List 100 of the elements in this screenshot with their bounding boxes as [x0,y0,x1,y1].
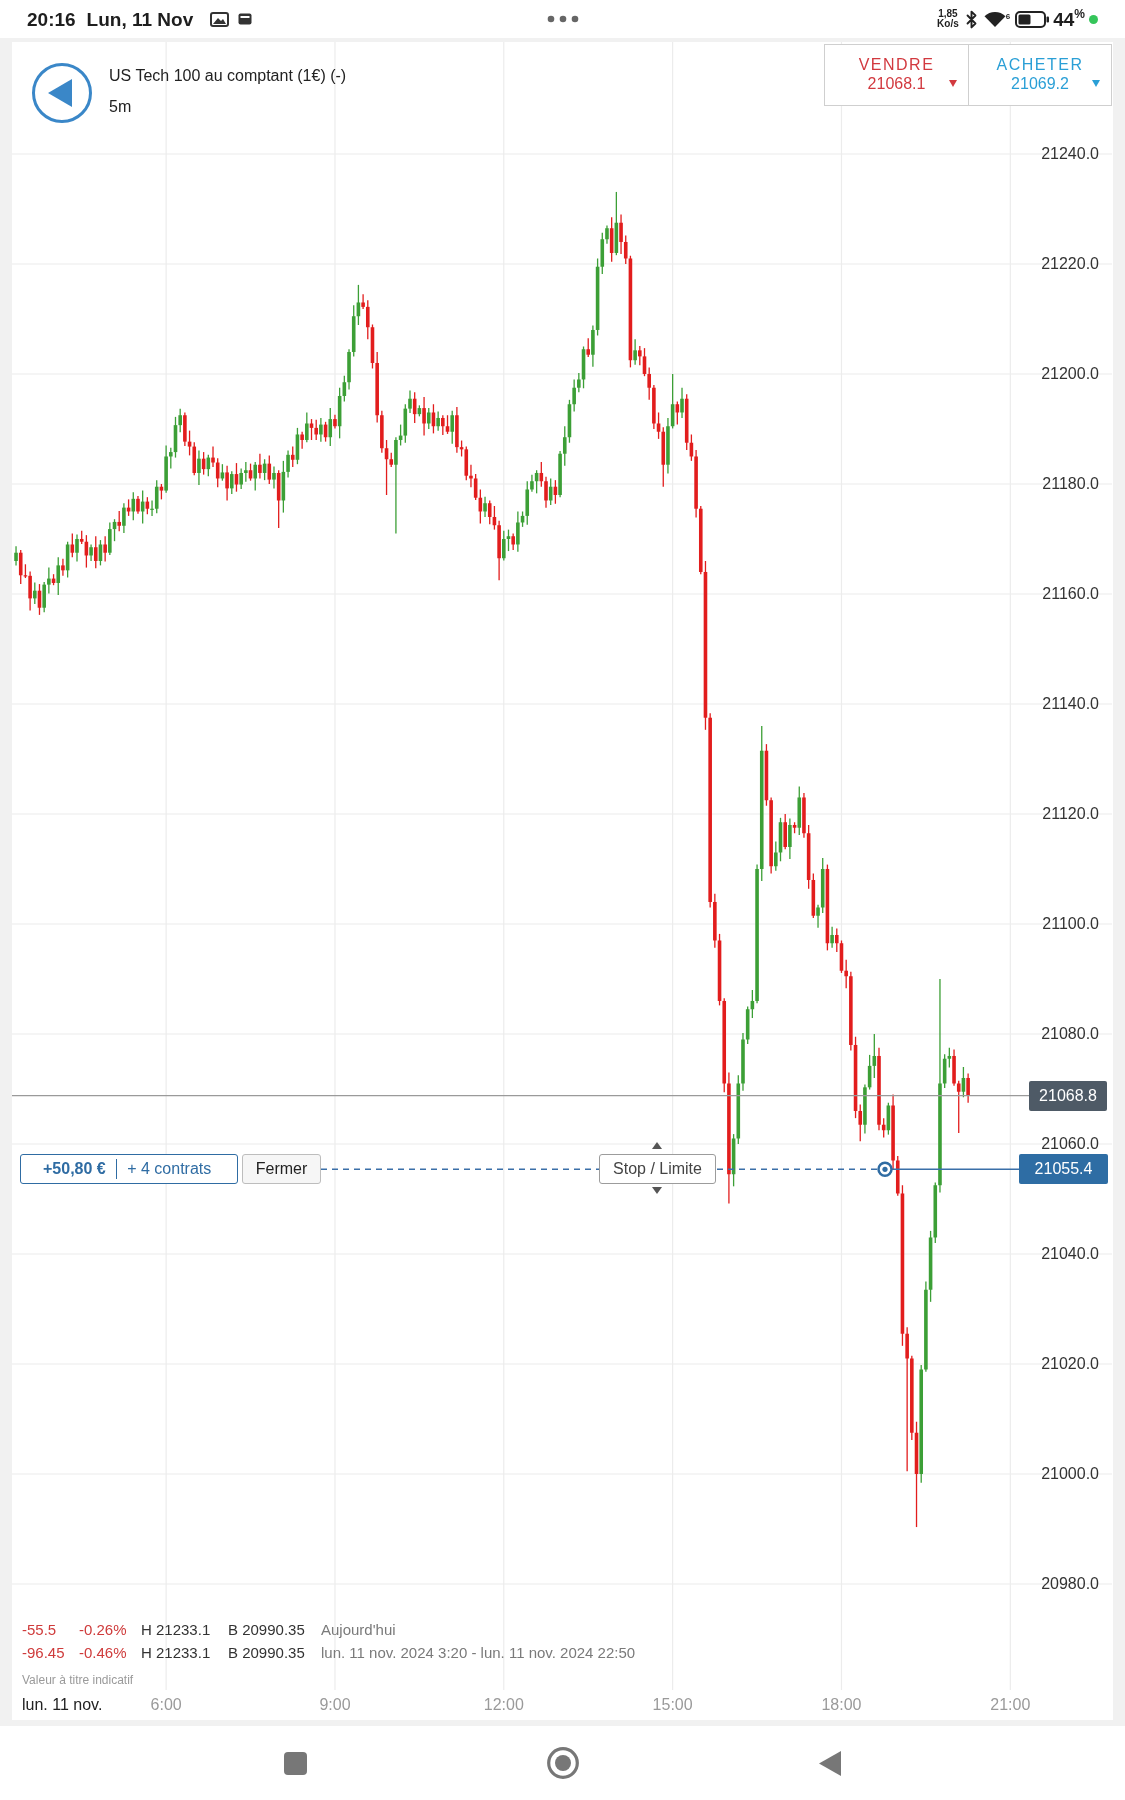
stop-limit-button[interactable]: Stop / Limite [599,1154,716,1184]
last-price-tag: 21068.8 [1029,1081,1107,1111]
change-value: -55.5 [22,1620,58,1641]
price-axis-label: 21180.0 [1042,473,1099,494]
candlestick [14,545,18,567]
interval-label: 5m [109,97,133,117]
price-axis-label: 21140.0 [1042,693,1099,714]
network-speed: 1,85 [938,9,958,19]
recent-apps-icon[interactable] [284,1751,307,1775]
period-label: lun. 11 nov. 2024 3:20 - lun. 11 nov. 2024 22:50 [321,1643,637,1664]
date-label: lun. 11 nov. [22,1695,103,1715]
candlestick [844,959,848,989]
price-axis-label: 21000.0 [1041,1463,1099,1484]
candlestick [605,224,609,245]
position-profit: +50,80 € [43,1159,106,1179]
candlestick [586,337,591,358]
candlestick [502,530,506,562]
change-value: -96.45 [22,1643,66,1664]
position-size: + 4 contrats [127,1159,212,1179]
candlestick [267,454,272,485]
candlestick [830,926,834,949]
price-axis-label: 21100.0 [1042,913,1099,934]
time-axis-label: 12:00 [483,1695,524,1715]
candlestick [656,411,661,440]
card-icon [238,13,253,25]
position-price-tag[interactable]: 21055.4 [1019,1154,1108,1184]
candlestick [286,449,290,479]
candlestick [441,414,445,436]
candlestick [211,445,215,468]
candlestick [947,1047,952,1069]
back-button[interactable] [32,63,92,123]
low-value: B 20990.35 [228,1643,306,1664]
candlestick [328,407,333,447]
candlestick [647,366,651,401]
candlestick [858,1103,863,1142]
network-speed-unit: Ko/s [937,19,959,29]
price-axis-label: 21120.0 [1042,803,1099,824]
picture-icon [210,11,230,27]
period-label: Aujourd'hui [321,1620,397,1641]
status-dot-icon [1089,14,1098,24]
candlestick [229,470,234,495]
time-axis-label: 6:00 [150,1695,182,1715]
candlestick [544,476,548,509]
low-value: B 20990.35 [228,1620,306,1641]
price-axis-label: 21040.0 [1041,1243,1099,1264]
time-axis-label: 21:00 [990,1695,1031,1715]
time-axis-label: 9:00 [319,1695,351,1715]
price-axis-label: 21020.0 [1041,1353,1099,1374]
candlestick [70,532,75,558]
caret-up-icon[interactable] [652,1142,662,1149]
back-icon[interactable] [819,1750,841,1776]
high-value: H 21233.1 [141,1620,212,1641]
candlestick [215,457,220,488]
status-date: Lun, 11 Nov [86,9,194,29]
candlestick [244,461,248,483]
change-percent: -0.46% [79,1643,128,1664]
candlestick [422,396,426,437]
battery-percent-sign: % [1074,7,1085,20]
caret-down-icon [1092,80,1100,87]
candlestick [154,479,159,514]
position-badge[interactable]: +50,80 € + 4 contrats [20,1154,238,1184]
status-time: 20:16 [27,9,76,29]
price-axis-label: 21200.0 [1041,363,1099,384]
battery-icon [1015,10,1051,28]
candlestick [966,1072,970,1104]
candlestick [42,581,46,613]
candlestick [577,372,581,393]
candlestick [436,410,440,432]
candlestick [483,495,487,518]
candlestick [93,535,98,569]
price-axis-label: 21060.0 [1041,1133,1099,1154]
candlestick [487,499,492,525]
candlestick [75,533,79,563]
candlestick [108,521,112,556]
home-icon[interactable] [547,1747,579,1779]
candlestick [319,417,323,443]
battery-percent: 44 [1053,9,1075,29]
caret-down-icon[interactable] [652,1187,662,1194]
candlestick [272,465,276,490]
candlestick [28,570,32,612]
time-axis-label: 15:00 [652,1695,693,1715]
candlestick [225,465,229,502]
more-dots-icon[interactable] [546,15,579,23]
candlestick [834,927,839,953]
wifi-icon [983,10,1006,28]
candlestick [197,449,201,486]
candlestick [633,338,637,366]
price-axis-label: 21240.0 [1041,143,1099,164]
wifi-standard-label: 6 [1005,10,1011,23]
candlestick [516,510,520,553]
candlestick [258,453,262,480]
position-handle[interactable] [877,1161,893,1178]
candlestick [117,510,122,532]
indicative-note: Valeur à titre indicatif [22,1672,135,1689]
candlestick [56,556,61,596]
candlestick [506,528,511,552]
close-position-button[interactable]: Fermer [242,1154,321,1184]
candlestick [61,558,65,577]
candlestick [314,418,318,441]
candlestick [450,410,455,445]
